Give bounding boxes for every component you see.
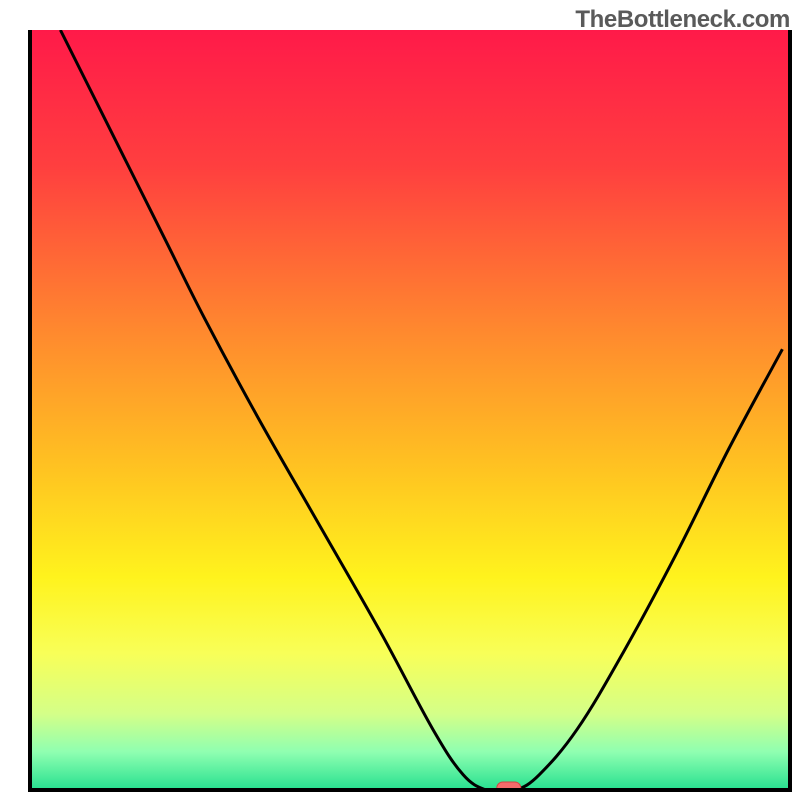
- chart-svg: [0, 0, 800, 800]
- background-gradient: [30, 30, 790, 790]
- bottleneck-chart: TheBottleneck.com: [0, 0, 800, 800]
- watermark-text: TheBottleneck.com: [575, 6, 790, 34]
